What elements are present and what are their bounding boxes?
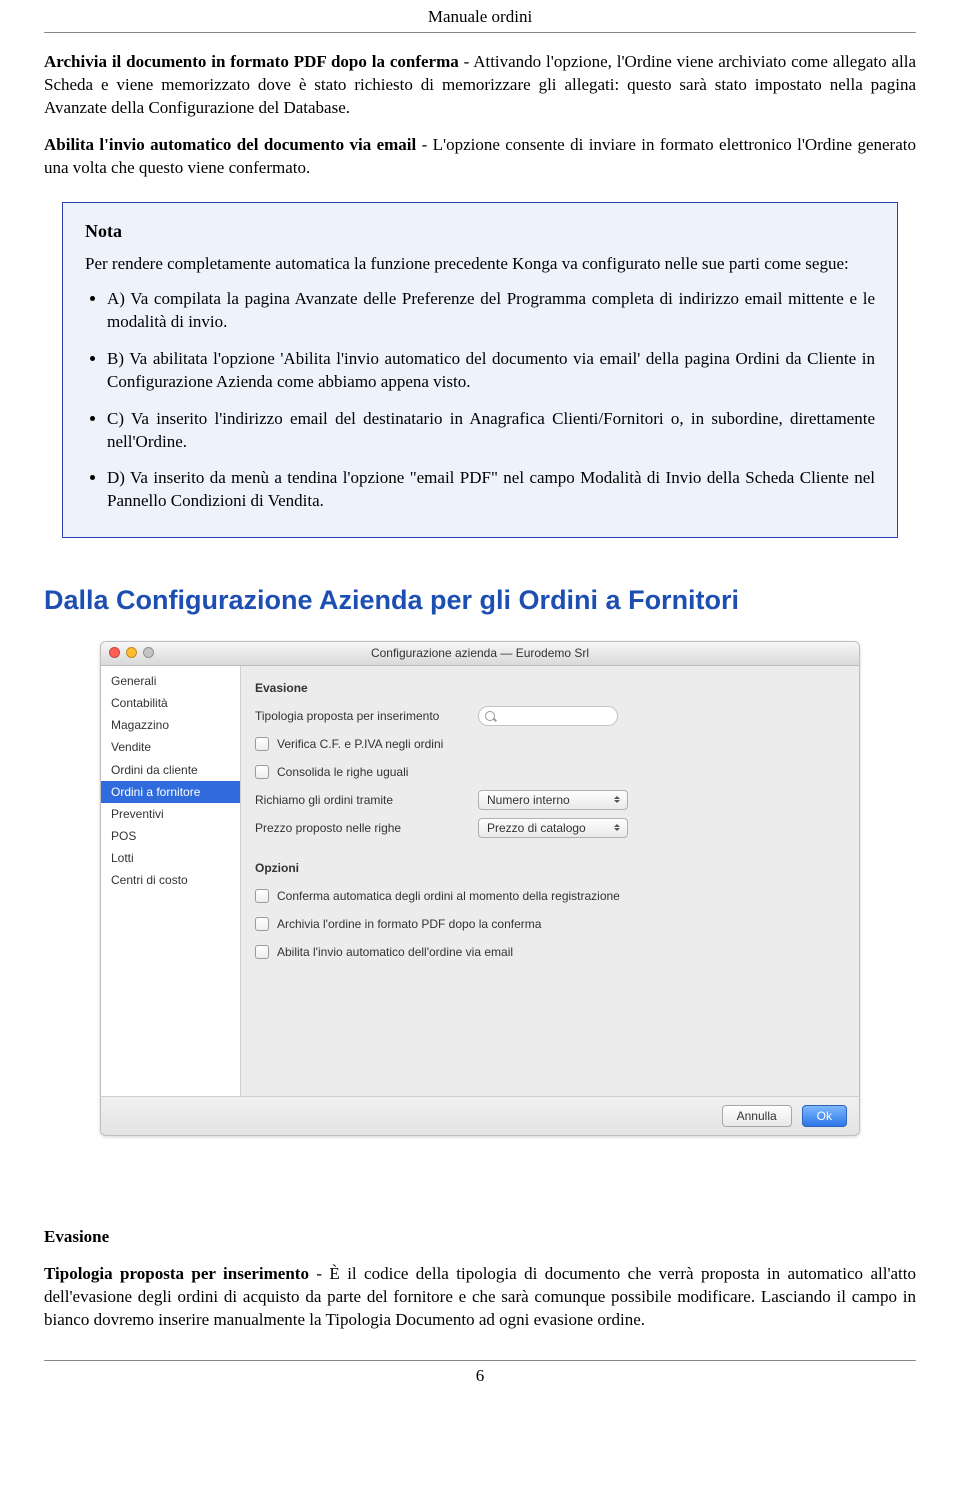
select-richiamo[interactable]: Numero interno: [478, 790, 628, 810]
sidebar-item-lotti[interactable]: Lotti: [101, 847, 240, 869]
label-tipologia: Tipologia proposta per inserimento: [255, 708, 470, 724]
sidebar-item-preventivi[interactable]: Preventivi: [101, 803, 240, 825]
page-number: 6: [44, 1365, 916, 1388]
sidebar-list: Generali Contabilità Magazzino Vendite O…: [101, 666, 241, 1096]
note-item-c: C) Va inserito l'indirizzo email del des…: [107, 408, 875, 454]
checkbox-conferma-auto[interactable]: [255, 889, 269, 903]
page-header-title: Manuale ordini: [44, 0, 916, 32]
note-list: A) Va compilata la pagina Avanzate delle…: [85, 288, 875, 514]
main-panel: Evasione Tipologia proposta per inserime…: [241, 666, 859, 1096]
paragraph-archivia: Archivia il documento in formato PDF dop…: [44, 51, 916, 120]
config-window: Configurazione azienda — Eurodemo Srl Ge…: [100, 641, 860, 1136]
evasione-subtitle: Evasione: [44, 1226, 916, 1249]
window-title: Configurazione azienda — Eurodemo Srl: [371, 645, 589, 661]
window-titlebar: Configurazione azienda — Eurodemo Srl: [101, 642, 859, 666]
note-item-d: D) Va inserito da menù a tendina l'opzio…: [107, 467, 875, 513]
sidebar-item-vendite[interactable]: Vendite: [101, 736, 240, 758]
row-opt-conferma: Conferma automatica degli ordini al mome…: [255, 884, 845, 908]
evasione-bold: Evasione: [44, 1227, 109, 1246]
select-richiamo-value: Numero interno: [487, 792, 570, 808]
checkbox-consolida[interactable]: [255, 765, 269, 779]
sidebar-item-generali[interactable]: Generali: [101, 670, 240, 692]
divider-top: [44, 32, 916, 33]
note-item-b: B) Va abilitata l'opzione 'Abilita l'inv…: [107, 348, 875, 394]
row-opt-invio: Abilita l'invio automatico dell'ordine v…: [255, 940, 845, 964]
select-prezzo-value: Prezzo di catalogo: [487, 820, 586, 836]
row-richiamo: Richiamo gli ordini tramite Numero inter…: [255, 788, 845, 812]
row-opt-archivia: Archivia l'ordine in formato PDF dopo la…: [255, 912, 845, 936]
window-footer: Annulla Ok: [101, 1096, 859, 1135]
label-consolida: Consolida le righe uguali: [277, 764, 408, 780]
input-tipologia[interactable]: [478, 706, 618, 726]
close-icon[interactable]: [109, 647, 120, 658]
note-item-a: A) Va compilata la pagina Avanzate delle…: [107, 288, 875, 334]
checkbox-archivia-pdf[interactable]: [255, 917, 269, 931]
sidebar-item-contabilita[interactable]: Contabilità: [101, 692, 240, 714]
label-prezzo: Prezzo proposto nelle righe: [255, 820, 470, 836]
row-tipologia: Tipologia proposta per inserimento: [255, 704, 845, 728]
label-richiamo: Richiamo gli ordini tramite: [255, 792, 470, 808]
group-opzioni: Opzioni: [255, 860, 845, 876]
sidebar-item-ordini-fornitore[interactable]: Ordini a fornitore: [101, 781, 240, 803]
note-callout: Nota Per rendere completamente automatic…: [62, 202, 898, 539]
sidebar-item-pos[interactable]: POS: [101, 825, 240, 847]
row-consolida: Consolida le righe uguali: [255, 760, 845, 784]
cancel-button[interactable]: Annulla: [722, 1105, 792, 1127]
note-intro: Per rendere completamente automatica la …: [85, 253, 875, 276]
paragraph-abilita: Abilita l'invio automatico del documento…: [44, 134, 916, 180]
tipologia-paragraph: Tipologia proposta per inserimento - È i…: [44, 1263, 916, 1332]
maximize-icon[interactable]: [143, 647, 154, 658]
label-archivia-pdf: Archivia l'ordine in formato PDF dopo la…: [277, 916, 541, 932]
row-verifica: Verifica C.F. e P.IVA negli ordini: [255, 732, 845, 756]
checkbox-invio-email[interactable]: [255, 945, 269, 959]
checkbox-verifica[interactable]: [255, 737, 269, 751]
select-prezzo[interactable]: Prezzo di catalogo: [478, 818, 628, 838]
label-invio-email: Abilita l'invio automatico dell'ordine v…: [277, 944, 513, 960]
group-evasione: Evasione: [255, 680, 845, 696]
archivia-bold: Archivia il documento in formato PDF dop…: [44, 52, 459, 71]
abilita-bold: Abilita l'invio automatico del documento…: [44, 135, 416, 154]
chevron-updown-icon: [609, 793, 625, 807]
ok-button[interactable]: Ok: [802, 1105, 847, 1127]
minimize-icon[interactable]: [126, 647, 137, 658]
label-verifica: Verifica C.F. e P.IVA negli ordini: [277, 736, 443, 752]
sidebar-item-magazzino[interactable]: Magazzino: [101, 714, 240, 736]
chevron-updown-icon: [609, 821, 625, 835]
divider-bottom: [44, 1360, 916, 1361]
row-prezzo: Prezzo proposto nelle righe Prezzo di ca…: [255, 816, 845, 840]
sidebar-item-ordini-cliente[interactable]: Ordini da cliente: [101, 759, 240, 781]
label-conferma-auto: Conferma automatica degli ordini al mome…: [277, 888, 620, 904]
sidebar-item-centri-costo[interactable]: Centri di costo: [101, 869, 240, 891]
tipologia-bold: Tipologia proposta per inserimento: [44, 1264, 309, 1283]
note-title: Nota: [85, 219, 875, 243]
traffic-lights: [109, 647, 154, 658]
section-heading: Dalla Configurazione Azienda per gli Ord…: [44, 582, 916, 618]
